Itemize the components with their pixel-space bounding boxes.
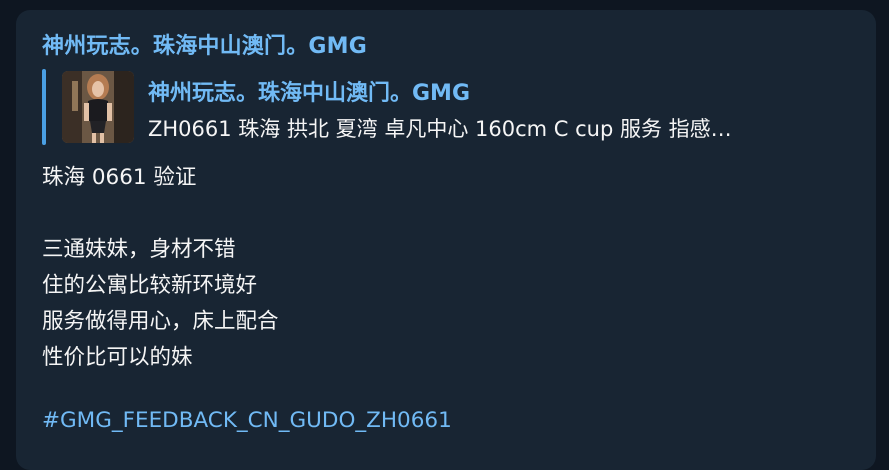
photo-thumbnail-image (62, 71, 134, 143)
body-line: 珠海 0661 验证 (42, 165, 197, 190)
message-bubble: 神州玩志。珠海中山澳门。GMG 神州玩志。珠海中山澳门。GMG ZH0661 珠… (16, 10, 876, 470)
body-line: 三通妹妹，身材不错 (42, 237, 236, 262)
sender-name[interactable]: 神州玩志。珠海中山澳门。GMG (42, 28, 367, 60)
body-line: 性价比可以的妹 (42, 345, 193, 370)
reply-preview[interactable]: 神州玩志。珠海中山澳门。GMG ZH0661 珠海 拱北 夏湾 卓凡中心 160… (42, 69, 850, 145)
message-body: 珠海 0661 验证 三通妹妹，身材不错 住的公寓比较新环境好 服务做得用心，床… (42, 160, 279, 376)
reply-text: ZH0661 珠海 拱北 夏湾 卓凡中心 160cm C cup 服务 指感… (148, 117, 732, 141)
body-line (42, 196, 279, 232)
hashtag-link[interactable]: #GMG_FEEDBACK_CN_GUDO_ZH0661 (42, 408, 452, 433)
body-line: 住的公寓比较新环境好 (42, 273, 258, 298)
reply-bar (42, 69, 46, 145)
body-line: 服务做得用心，床上配合 (42, 309, 279, 334)
photo-thumbnail-icon[interactable] (62, 71, 134, 143)
reply-title: 神州玩志。珠海中山澳门。GMG (148, 81, 471, 106)
